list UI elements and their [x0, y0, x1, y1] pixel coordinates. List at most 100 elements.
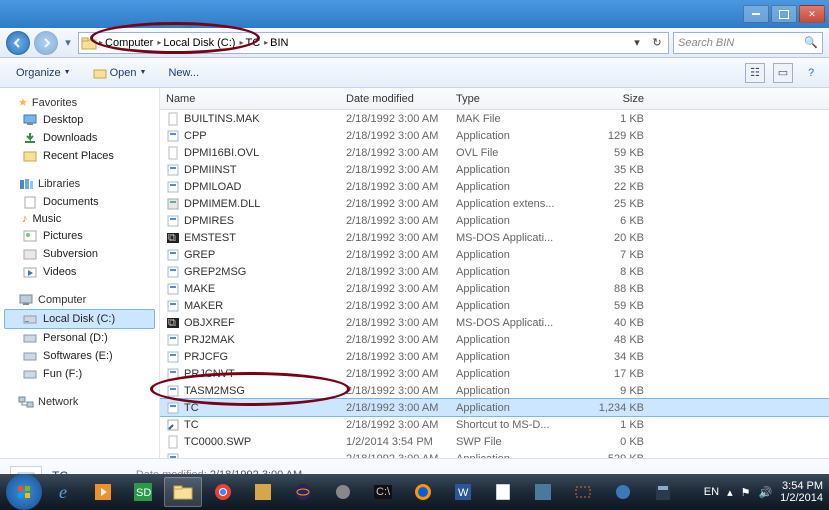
taskbar-word-icon[interactable]: W	[444, 477, 482, 507]
flag-icon[interactable]: ⚑	[741, 486, 751, 499]
breadcrumb-item[interactable]: ▸BIN	[262, 33, 290, 53]
sidebar-item-desktop[interactable]: Desktop	[4, 111, 155, 129]
file-row[interactable]: ⧉EMSTEST2/18/1992 3:00 AMMS-DOS Applicat…	[160, 229, 829, 246]
file-type: Application	[450, 266, 570, 278]
minimize-button[interactable]	[743, 5, 769, 23]
file-row[interactable]: GREP2/18/1992 3:00 AMApplication7 KB	[160, 246, 829, 263]
column-headers: Name Date modified Type Size	[160, 88, 829, 110]
view-options-button[interactable]: ☷	[745, 63, 765, 83]
sidebar-item-subversion[interactable]: Subversion	[4, 245, 155, 263]
file-row[interactable]: DPMI16BI.OVL2/18/1992 3:00 AMOVL File59 …	[160, 144, 829, 161]
taskbar-ie-icon[interactable]: e	[44, 477, 82, 507]
file-list[interactable]: BUILTINS.MAK2/18/1992 3:00 AMMAK File1 K…	[160, 110, 829, 458]
sidebar-item-music[interactable]: ♪Music	[4, 211, 155, 227]
file-row[interactable]: PRJCNVT2/18/1992 3:00 AMApplication17 KB	[160, 365, 829, 382]
back-button[interactable]	[6, 31, 30, 55]
taskbar-firefox-icon[interactable]	[404, 477, 442, 507]
file-row[interactable]: TC2/18/1992 3:00 AMShortcut to MS-D...1 …	[160, 416, 829, 433]
sidebar-item-downloads[interactable]: Downloads	[4, 129, 155, 147]
sidebar-item-softwares-e[interactable]: Softwares (E:)	[4, 347, 155, 365]
sidebar-item-personal-d[interactable]: Personal (D:)	[4, 329, 155, 347]
new-button[interactable]: New...	[160, 64, 207, 82]
file-row[interactable]: TC0000.SWP1/2/2014 3:54 PMSWP File0 KB	[160, 433, 829, 450]
taskbar-calc-icon[interactable]	[644, 477, 682, 507]
folder-icon	[81, 36, 97, 50]
preview-pane-button[interactable]: ▭	[773, 63, 793, 83]
sidebar-item-pictures[interactable]: Pictures	[4, 227, 155, 245]
search-box[interactable]: Search BIN 🔍	[673, 32, 823, 54]
file-size: 20 KB	[570, 232, 660, 244]
file-row[interactable]: PRJ2MAK2/18/1992 3:00 AMApplication48 KB	[160, 331, 829, 348]
taskbar-chrome-icon[interactable]	[204, 477, 242, 507]
help-button[interactable]: ?	[801, 63, 821, 83]
sidebar-item-videos[interactable]: Videos	[4, 263, 155, 281]
sidebar-item-documents[interactable]: Documents	[4, 193, 155, 211]
file-type: Application	[450, 249, 570, 261]
open-button[interactable]: Open▼	[85, 64, 155, 82]
address-dropdown[interactable]: ▾	[628, 36, 646, 49]
volume-icon[interactable]: 🔊	[758, 486, 772, 499]
file-name: DPMI16BI.OVL	[184, 147, 259, 159]
close-button[interactable]	[799, 5, 825, 23]
file-date: 2/18/1992 3:00 AM	[340, 453, 450, 459]
file-list-pane: Name Date modified Type Size BUILTINS.MA…	[160, 88, 829, 458]
history-dropdown[interactable]: ▾	[62, 32, 74, 54]
organize-button[interactable]: Organize▼	[8, 64, 79, 82]
file-icon	[166, 146, 180, 160]
file-size: 529 KB	[570, 453, 660, 459]
file-row[interactable]: DPMIINST2/18/1992 3:00 AMApplication35 K…	[160, 161, 829, 178]
file-row[interactable]: PRJCFG2/18/1992 3:00 AMApplication34 KB	[160, 348, 829, 365]
file-size: 22 KB	[570, 181, 660, 193]
taskbar-app4-icon[interactable]	[604, 477, 642, 507]
taskbar-notepad-icon[interactable]	[484, 477, 522, 507]
file-row[interactable]: BUILTINS.MAK2/18/1992 3:00 AMMAK File1 K…	[160, 110, 829, 127]
taskbar-app3-icon[interactable]	[524, 477, 562, 507]
file-row[interactable]: MAKER2/18/1992 3:00 AMApplication59 KB	[160, 297, 829, 314]
favorites-header[interactable]: ★Favorites	[4, 94, 155, 111]
taskbar-app2-icon[interactable]	[324, 477, 362, 507]
start-button[interactable]	[6, 474, 42, 510]
clock[interactable]: 3:54 PM 1/2/2014	[780, 480, 823, 504]
file-row[interactable]: DPMILOAD2/18/1992 3:00 AMApplication22 K…	[160, 178, 829, 195]
breadcrumb-item[interactable]: ▸Computer	[97, 33, 155, 53]
libraries-header[interactable]: Libraries	[4, 175, 155, 193]
file-row[interactable]: TC2/18/1992 3:00 AMApplication1,234 KB	[160, 399, 829, 416]
file-row[interactable]: DPMIMEM.DLL2/18/1992 3:00 AMApplication …	[160, 195, 829, 212]
file-row[interactable]: GREP2MSG2/18/1992 3:00 AMApplication8 KB	[160, 263, 829, 280]
column-type[interactable]: Type	[450, 93, 570, 105]
taskbar-media-icon[interactable]	[84, 477, 122, 507]
file-row[interactable]: MAKE2/18/1992 3:00 AMApplication88 KB	[160, 280, 829, 297]
breadcrumb-item[interactable]: ▸TC	[237, 33, 262, 53]
sidebar-item-recent[interactable]: Recent Places	[4, 147, 155, 165]
taskbar-terminal-icon[interactable]: C:\	[364, 477, 402, 507]
system-tray[interactable]: EN ▴ ⚑ 🔊 3:54 PM 1/2/2014	[704, 480, 823, 504]
refresh-button[interactable]: ↻	[648, 36, 666, 49]
file-row[interactable]: ⧉OBJXREF2/18/1992 3:00 AMMS-DOS Applicat…	[160, 314, 829, 331]
file-icon	[166, 367, 180, 381]
taskbar-app-icon[interactable]	[244, 477, 282, 507]
tray-arrow-icon[interactable]: ▴	[727, 486, 733, 499]
file-size: 48 KB	[570, 334, 660, 346]
taskbar-snip-icon[interactable]	[564, 477, 602, 507]
language-indicator[interactable]: EN	[704, 486, 719, 498]
address-bar[interactable]: ▸Computer ▸Local Disk (C:) ▸TC ▸BIN ▾ ↻	[78, 32, 669, 54]
file-date: 2/18/1992 3:00 AM	[340, 113, 450, 125]
forward-button[interactable]	[34, 31, 58, 55]
file-row[interactable]: CPP2/18/1992 3:00 AMApplication129 KB	[160, 127, 829, 144]
file-row[interactable]: DPMIRES2/18/1992 3:00 AMApplication6 KB	[160, 212, 829, 229]
taskbar-eclipse-icon[interactable]	[284, 477, 322, 507]
taskbar-explorer-icon[interactable]	[164, 477, 202, 507]
column-size[interactable]: Size	[570, 93, 660, 105]
file-row[interactable]: 2/18/1992 3:00 AMApplication529 KB	[160, 450, 829, 458]
maximize-button[interactable]	[771, 5, 797, 23]
network-header[interactable]: Network	[4, 393, 155, 411]
file-row[interactable]: TASM2MSG2/18/1992 3:00 AMApplication9 KB	[160, 382, 829, 399]
breadcrumb-item[interactable]: ▸Local Disk (C:)	[155, 33, 237, 53]
taskbar-sd-icon[interactable]: SD	[124, 477, 162, 507]
column-name[interactable]: Name	[160, 93, 340, 105]
sidebar-item-fun-f[interactable]: Fun (F:)	[4, 365, 155, 383]
file-type: Application	[450, 334, 570, 346]
sidebar-item-local-disk-c[interactable]: Local Disk (C:)	[4, 309, 155, 329]
computer-header[interactable]: Computer	[4, 291, 155, 309]
column-date[interactable]: Date modified	[340, 93, 450, 105]
